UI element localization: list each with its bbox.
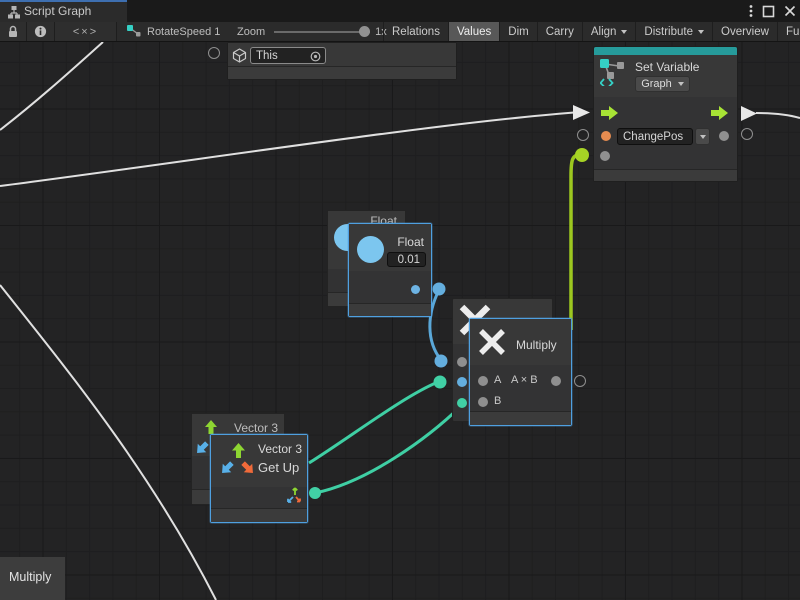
multiply-output-circle[interactable] [574, 375, 586, 387]
toolbar-button-fullscreen[interactable]: Full Screen [777, 22, 800, 41]
chevron-down-icon [621, 30, 627, 34]
graph-asset-icon [126, 24, 141, 39]
vector3-ghost-title: Vector 3 [234, 421, 278, 435]
lock-icon [7, 25, 19, 38]
toolbar-button-relations[interactable]: Relations [383, 22, 448, 41]
float-value-field[interactable]: 0.01 [387, 252, 426, 267]
set-variable-left-port-circle[interactable] [577, 129, 589, 141]
value-input-port[interactable] [600, 151, 610, 161]
get-up-title: Get Up [258, 460, 299, 475]
variable-name-port[interactable] [601, 131, 611, 141]
toolbar-buttons: Relations Values Dim Carry Align Distrib… [383, 22, 800, 41]
multiply-x-icon [478, 328, 506, 356]
get-up-footer [211, 508, 307, 522]
close-icon[interactable] [784, 5, 796, 17]
toolbar-button-values[interactable]: Values [448, 22, 499, 41]
tab-bar: Script Graph [0, 0, 800, 22]
set-variable-output-port[interactable] [719, 131, 729, 141]
variable-name-value: ChangePos [623, 131, 683, 143]
multiply-ghost-port-blue[interactable] [457, 377, 467, 387]
lock-button[interactable] [0, 22, 27, 41]
vector3-ghost-up-arrow-icon [204, 420, 218, 434]
graph-toolbar: <×> RotateSpeed 1 Zoom 1x Relations Valu… [0, 22, 800, 42]
toolbar-button-carry[interactable]: Carry [537, 22, 582, 41]
info-button[interactable] [27, 22, 55, 41]
zoom-label: Zoom [237, 26, 265, 38]
window-controls [749, 0, 796, 22]
multiply-output-port[interactable] [551, 376, 561, 386]
flow-input-arrow-icon[interactable] [601, 106, 618, 120]
set-variable-right-port-circle[interactable] [741, 128, 753, 140]
code-view-button[interactable]: <×> [55, 22, 117, 41]
zoom-slider-track[interactable] [274, 31, 370, 33]
hover-tooltip: Multiply [0, 557, 65, 600]
multiply-footer [470, 411, 571, 425]
toolbar-left-group: <×> [0, 22, 117, 41]
variable-name-field[interactable]: ChangePos [617, 128, 693, 145]
float-type-icon [357, 236, 384, 263]
multiply-port-b-label: B [494, 395, 501, 407]
info-icon [34, 25, 47, 38]
zoom-control: Zoom 1x [237, 22, 387, 41]
set-variable-title: Set Variable [635, 60, 699, 74]
multiply-ghost-port-gray[interactable] [457, 357, 467, 367]
node-this[interactable]: This [227, 42, 457, 80]
variable-scope-dropdown[interactable]: Graph [635, 76, 690, 92]
maximize-icon[interactable] [762, 5, 775, 18]
toolbar-button-distribute[interactable]: Distribute [635, 22, 712, 41]
node-set-variable[interactable]: Set Variable Graph ChangePos [593, 46, 738, 182]
chevron-down-icon [698, 30, 704, 34]
this-left-port-circle[interactable] [208, 47, 220, 59]
toolbar-button-align[interactable]: Align [582, 22, 636, 41]
multiply-port-a[interactable] [478, 376, 488, 386]
zoom-slider[interactable] [274, 22, 370, 41]
multiply-output-label: A × B [511, 374, 538, 386]
float-title: Float [397, 235, 424, 249]
this-object-field[interactable]: This [250, 47, 326, 64]
set-variable-icon [600, 59, 626, 86]
set-variable-footer [594, 169, 737, 181]
node-get-up[interactable]: Vector 3 Get Up [210, 434, 308, 523]
graph-tab-icon [7, 5, 21, 19]
multiply-title: Multiply [516, 338, 557, 352]
variable-teal-strip [594, 47, 737, 55]
flow-output-arrow-icon[interactable] [711, 106, 728, 120]
tab-title: Script Graph [24, 4, 91, 18]
vector3-mini-icon [284, 487, 301, 504]
multiply-ghost-port-teal[interactable] [457, 398, 467, 408]
object-picker-icon[interactable] [310, 51, 321, 62]
script-graph-window: { "tab_bar": { "title": "Script Graph" }… [0, 0, 800, 600]
this-field-value: This [256, 50, 278, 62]
float-output-port[interactable] [411, 285, 420, 294]
graph-breadcrumb[interactable]: RotateSpeed 1 [126, 22, 220, 41]
float-footer [349, 303, 431, 316]
chevron-down-icon [700, 135, 706, 139]
toolbar-button-overview[interactable]: Overview [712, 22, 777, 41]
get-up-type-title: Vector 3 [258, 442, 302, 456]
tab-script-graph[interactable]: Script Graph [0, 0, 127, 22]
zoom-slider-handle[interactable] [359, 26, 370, 37]
code-view-icon: <×> [73, 26, 98, 38]
tooltip-label: Multiply [9, 570, 51, 584]
kebab-menu-icon[interactable] [749, 4, 753, 18]
toolbar-button-dim[interactable]: Dim [499, 22, 536, 41]
scope-value: Graph [641, 78, 672, 90]
cube-icon [232, 48, 247, 63]
multiply-port-b[interactable] [478, 397, 488, 407]
this-footer [228, 66, 456, 79]
chevron-down-icon [678, 82, 684, 86]
graph-name: RotateSpeed 1 [147, 26, 220, 38]
multiply-port-a-label: A [494, 374, 501, 386]
variable-name-dropdown-button[interactable] [695, 128, 710, 145]
node-float[interactable]: Float 0.01 [348, 223, 432, 317]
node-multiply[interactable]: Multiply A A × B B [469, 318, 572, 426]
active-tab-accent [0, 0, 127, 2]
vector3-up-arrow-icon [231, 443, 246, 458]
float-value: 0.01 [398, 254, 420, 266]
